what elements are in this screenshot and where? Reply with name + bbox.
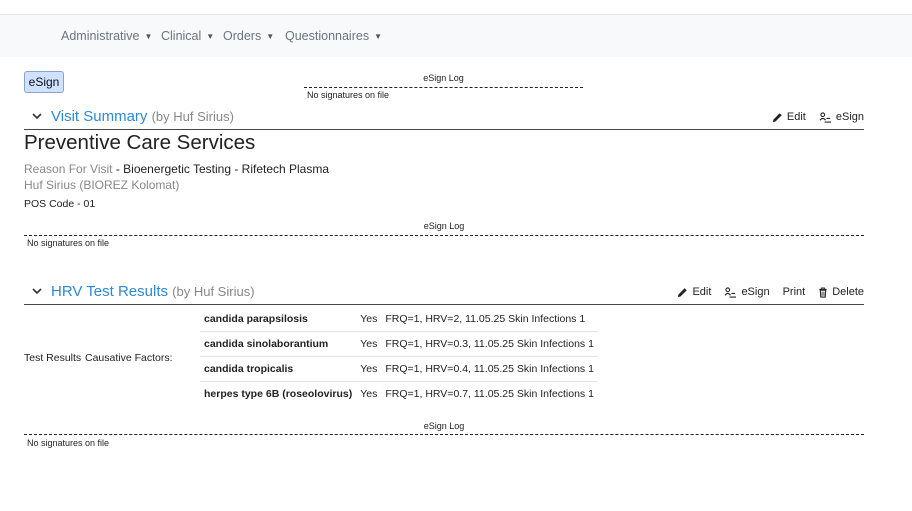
visit-summary-actions: Edit eSign <box>759 111 864 123</box>
pencil-icon <box>772 112 782 122</box>
esign-log-title: eSign Log <box>423 73 464 83</box>
visit-summary-header: Visit Summary (by Huf Sirius) Edit eSign <box>24 108 864 130</box>
results-table: candida parapsilosis Yes FRQ=1, HRV=2, 1… <box>200 307 598 406</box>
esign-log-title: eSign Log <box>423 221 465 231</box>
visit-summary-title[interactable]: Visit Summary (by Huf Sirius) <box>51 108 234 125</box>
signature-icon <box>724 286 737 298</box>
esign-button[interactable]: eSign <box>24 71 64 93</box>
table-row: candida sinolaborantium Yes FRQ=1, HRV=0… <box>200 331 598 357</box>
caret-down-icon: ▼ <box>206 31 215 41</box>
factor-detail: FRQ=1, HRV=0.3, 11.05.25 Skin Infections… <box>381 331 598 357</box>
test-results-label: Test Results <box>24 352 82 364</box>
edit-label: Edit <box>692 286 712 298</box>
print-label: Print <box>782 286 806 298</box>
visit-summary-title-text: Visit Summary <box>51 108 148 125</box>
hrv-results-title[interactable]: HRV Test Results (by Huf Sirius) <box>51 283 255 300</box>
factor-name: herpes type 6B (roseolovirus) <box>200 381 357 406</box>
signature-icon <box>819 111 831 123</box>
edit-label: Edit <box>786 111 806 123</box>
nav-clinical-label: Clinical <box>161 29 202 43</box>
hrv-results-author: (by Huf Sirius) <box>172 284 255 299</box>
esign-action-button[interactable]: eSign <box>819 111 864 123</box>
caret-down-icon: ▼ <box>144 31 153 41</box>
esign-label: eSign <box>835 111 864 123</box>
chevron-down-icon[interactable] <box>32 285 42 299</box>
delete-button[interactable]: Delete <box>818 286 864 298</box>
table-row: candida tropicalis Yes FRQ=1, HRV=0.4, 1… <box>200 356 598 382</box>
nav-questionnaires-label: Questionnaires <box>285 29 370 43</box>
factor-flag: Yes <box>360 313 378 325</box>
reason-value: - Bioenergetic Testing - Rifetech Plasma <box>112 162 330 176</box>
esign-log-divider <box>24 434 864 435</box>
hrv-results-title-text: HRV Test Results <box>51 283 168 300</box>
esign-log-title: eSign Log <box>423 421 465 431</box>
esign-label: eSign <box>741 286 770 298</box>
edit-button[interactable]: Edit <box>772 111 806 123</box>
caret-down-icon: ▼ <box>374 31 382 41</box>
nav-administrative-label: Administrative <box>61 29 140 43</box>
factor-detail: FRQ=1, HRV=2, 11.05.25 Skin Infections 1 <box>385 313 586 325</box>
trash-icon <box>819 286 827 298</box>
delete-label: Delete <box>832 286 864 298</box>
hrv-results-actions: Edit eSign Print Delete <box>664 286 864 298</box>
factor-detail: FRQ=1, HRV=0.4, 11.05.25 Skin Infections… <box>381 356 598 382</box>
reason-for-visit: Reason For Visit - Bioenergetic Testing … <box>24 162 329 176</box>
nav-orders[interactable]: Orders ▼ <box>223 29 274 43</box>
visit-heading: Preventive Care Services <box>24 131 256 154</box>
top-navbar: Administrative ▼ Clinical ▼ Orders ▼ Que… <box>0 14 912 57</box>
visit-summary-author: (by Huf Sirius) <box>151 109 234 124</box>
esign-log-empty: No signatures on file <box>27 238 110 248</box>
factor-name: candida sinolaborantium <box>200 331 357 357</box>
nav-administrative[interactable]: Administrative ▼ <box>61 29 152 43</box>
chevron-down-icon[interactable] <box>32 110 42 124</box>
caret-down-icon: ▼ <box>266 31 275 41</box>
print-button[interactable]: Print <box>783 286 806 298</box>
reason-label: Reason For Visit <box>24 162 113 176</box>
table-row: herpes type 6B (roseolovirus) Yes FRQ=1,… <box>200 381 598 406</box>
esign-log-divider <box>24 235 864 236</box>
table-row: candida parapsilosis Yes FRQ=1, HRV=2, 1… <box>200 307 598 332</box>
edit-button[interactable]: Edit <box>677 286 711 298</box>
factor-flag: Yes <box>356 356 382 382</box>
hrv-results-header: HRV Test Results (by Huf Sirius) Edit eS… <box>24 283 864 305</box>
pos-code: POS Code - 01 <box>24 198 96 210</box>
nav-clinical[interactable]: Clinical ▼ <box>161 29 214 43</box>
esign-log-empty: No signatures on file <box>307 90 390 100</box>
provider-line: Huf Sirius (BIOREZ Kolomat) <box>24 178 180 192</box>
factor-name: candida tropicalis <box>200 356 357 382</box>
esign-action-button[interactable]: eSign <box>724 286 770 298</box>
factor-flag: Yes <box>356 381 382 406</box>
factor-name: candida parapsilosis <box>204 313 308 325</box>
causative-factors-label: Causative Factors: <box>85 352 173 364</box>
pencil-icon <box>678 287 688 297</box>
factor-flag: Yes <box>356 331 382 357</box>
nav-orders-label: Orders <box>223 29 262 43</box>
esign-log-empty: No signatures on file <box>27 438 110 448</box>
nav-questionnaires[interactable]: Questionnaires ▼ <box>285 29 382 43</box>
factor-detail: FRQ=1, HRV=0.7, 11.05.25 Skin Infections… <box>381 381 598 406</box>
esign-log-divider <box>304 87 583 88</box>
